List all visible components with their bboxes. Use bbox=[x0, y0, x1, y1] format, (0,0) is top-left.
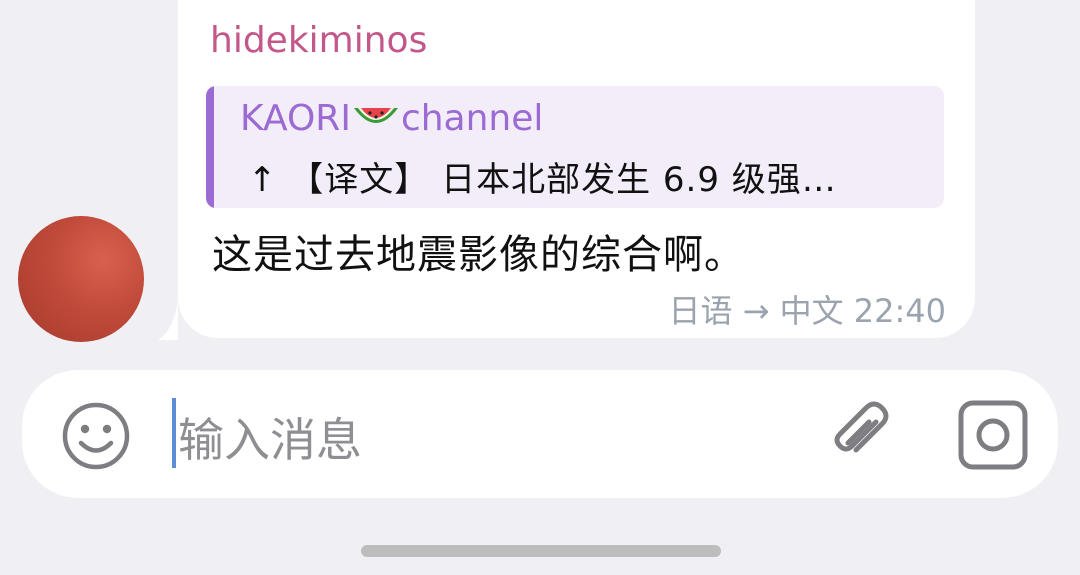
message-time: 22:40 bbox=[853, 292, 946, 330]
reply-quote[interactable]: KAORI channel ↑ 【译文】 日本北部发生 6.9 级强… bbox=[206, 86, 944, 208]
bubble-tail bbox=[158, 300, 178, 340]
sender-name[interactable]: hidekiminos bbox=[210, 20, 427, 61]
sender-avatar[interactable] bbox=[18, 216, 144, 342]
message-input[interactable]: 输入消息 bbox=[178, 404, 362, 470]
reply-accent-bar bbox=[206, 86, 214, 208]
text-caret bbox=[172, 398, 176, 468]
reply-channel-name-part1: KAORI bbox=[240, 98, 351, 139]
translation-label[interactable]: 日语 → 中文 bbox=[668, 292, 843, 330]
reply-channel-name-part2: channel bbox=[400, 98, 544, 139]
message-meta: 日语 → 中文 22:40 bbox=[668, 286, 946, 332]
message-text: 这是过去地震影像的综合啊。 bbox=[212, 232, 745, 278]
camera-icon[interactable] bbox=[956, 398, 1030, 472]
smiley-icon[interactable] bbox=[60, 400, 132, 472]
reply-preview-text: ↑ 【译文】 日本北部发生 6.9 级强… bbox=[248, 160, 837, 200]
home-indicator[interactable] bbox=[361, 545, 721, 557]
watermelon-icon bbox=[353, 108, 398, 123]
paperclip-icon[interactable] bbox=[824, 398, 898, 472]
reply-channel-name: KAORI channel bbox=[240, 98, 543, 139]
